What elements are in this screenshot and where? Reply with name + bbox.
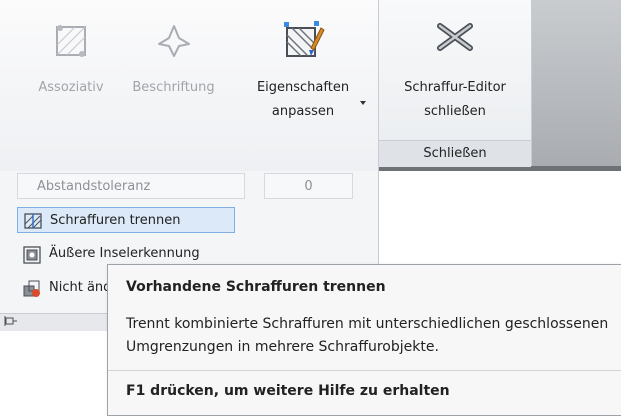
tooltip-description: Trennt kombinierte Schraffuren mit unter… bbox=[126, 316, 609, 355]
draw-order-icon bbox=[23, 280, 41, 308]
ribbon-empty-area bbox=[532, 0, 621, 171]
close-editor-label-2: schließen bbox=[424, 104, 486, 119]
pin-panel-button[interactable] bbox=[0, 313, 120, 331]
assoziativ-button[interactable]: Assoziativ bbox=[25, 0, 117, 136]
annotative-icon bbox=[155, 22, 193, 64]
tooltip-title: Vorhandene Schraffuren trennen bbox=[126, 279, 386, 295]
match-properties-label-1: Eigenschaften bbox=[256, 80, 350, 95]
close-hatch-editor-button[interactable]: Schraffur-Editor schließen bbox=[379, 0, 531, 140]
tolerance-row: Abstandstoleranz 0 bbox=[17, 173, 353, 199]
match-properties-button[interactable]: Eigenschaften anpassen bbox=[238, 0, 368, 136]
close-editor-label-1: Schraffur-Editor bbox=[404, 80, 506, 95]
match-properties-icon bbox=[281, 18, 325, 66]
separate-hatches-label: Schraffuren trennen bbox=[50, 213, 181, 228]
close-icon bbox=[436, 22, 474, 56]
tolerance-input[interactable]: 0 bbox=[264, 173, 353, 199]
tooltip-divider bbox=[108, 370, 621, 371]
close-panel-title: Schließen bbox=[379, 140, 531, 167]
separate-hatches-item[interactable]: Schraffuren trennen bbox=[17, 207, 235, 233]
tolerance-label: Abstandstoleranz bbox=[17, 173, 245, 199]
beschriftung-label: Beschriftung bbox=[132, 80, 215, 95]
tooltip-help-hint: F1 drücken, um weitere Hilfe zu erhalten bbox=[126, 383, 450, 399]
match-properties-label-2: anpassen bbox=[271, 104, 335, 119]
island-detection-icon bbox=[23, 246, 41, 274]
associative-icon bbox=[52, 22, 90, 64]
separate-hatches-icon bbox=[24, 213, 42, 239]
chevron-down-icon[interactable] bbox=[360, 101, 366, 105]
pin-icon bbox=[4, 314, 18, 332]
assoziativ-label: Assoziativ bbox=[38, 80, 104, 95]
beschriftung-button[interactable]: Beschriftung bbox=[117, 0, 230, 136]
tooltip: Vorhandene Schraffuren trennen Trennt ko… bbox=[107, 264, 621, 416]
